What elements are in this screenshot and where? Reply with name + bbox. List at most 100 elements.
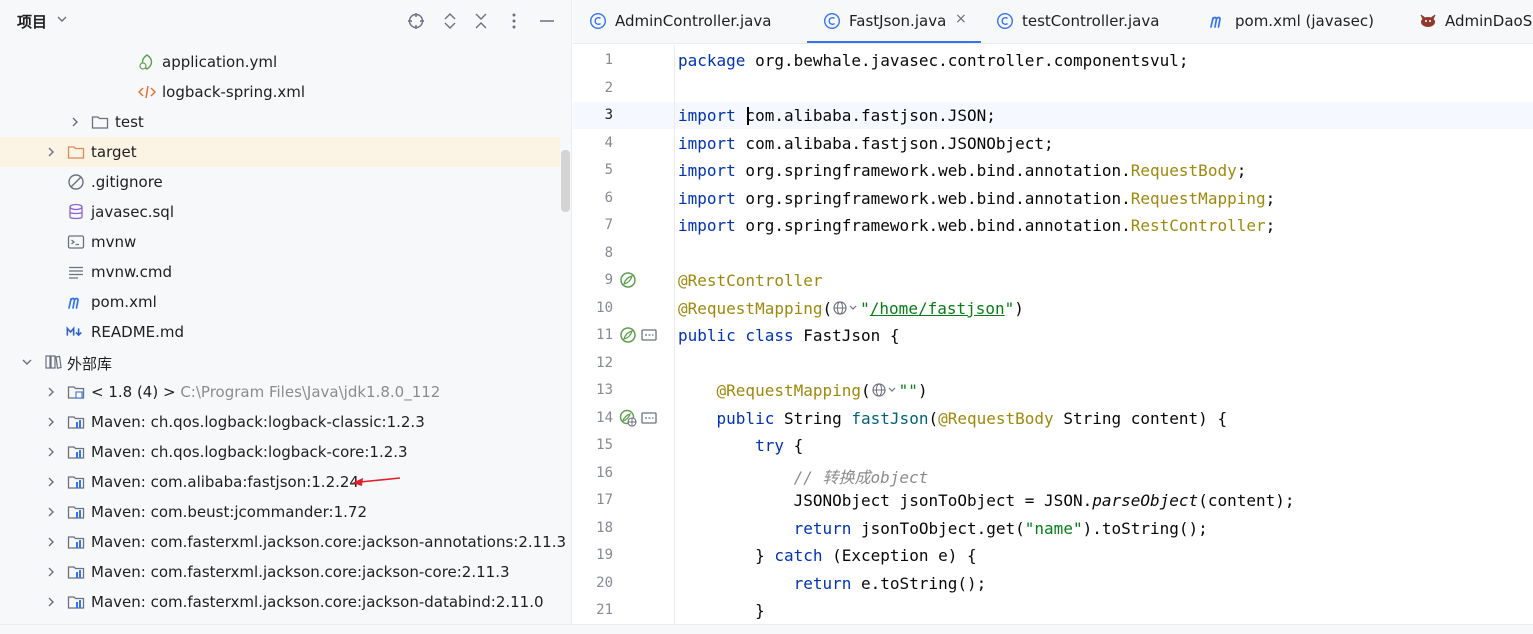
line-number: 20 xyxy=(596,575,613,591)
code-token: String content) { xyxy=(1053,409,1228,428)
code-line[interactable]: package org.bewhale.javasec.controller.c… xyxy=(678,51,1189,70)
line-number: 18 xyxy=(596,520,613,536)
tree-item-target[interactable]: target xyxy=(0,137,560,167)
code-line[interactable]: } xyxy=(678,601,765,620)
tree-item-mvnw[interactable]: mvnw xyxy=(0,227,560,257)
more-vert-icon[interactable] xyxy=(504,11,524,31)
tree-item-readme-md[interactable]: README.md xyxy=(0,317,560,347)
tab-label: FastJson.java xyxy=(849,12,947,30)
code-line[interactable]: @RequestMapping("") xyxy=(678,381,928,400)
chevron-right-icon[interactable] xyxy=(68,115,82,129)
line-number: 10 xyxy=(596,300,613,316)
chevron-right-icon[interactable] xyxy=(44,535,58,549)
code-token: RestController xyxy=(1130,216,1266,235)
spring-bean-gutter-icon[interactable] xyxy=(619,271,637,289)
code-line[interactable]: import com.alibaba.fastjson.JSON; xyxy=(678,106,996,125)
maven-icon xyxy=(68,297,79,309)
tree-item-logback-spring-xml[interactable]: logback-spring.xml xyxy=(0,77,560,107)
code-token: "" xyxy=(898,381,918,400)
tree-item-label: 外部库 xyxy=(67,355,113,373)
code-line[interactable]: } catch (Exception e) { xyxy=(678,546,977,565)
tree-item-label: Maven: com.fasterxml.jackson.core:jackso… xyxy=(91,563,510,581)
tree-item-pom-xml[interactable]: pom.xml xyxy=(0,287,560,317)
code-line[interactable]: @RequestMapping("/home/fastjson") xyxy=(678,299,1024,318)
chevron-down-icon[interactable] xyxy=(20,355,34,369)
code-editor[interactable]: 1 2 3 4 5 6 7 8 9 10 11 12 13 14 15 16 1… xyxy=(573,45,1533,624)
code-token: @RequestMapping xyxy=(678,299,823,318)
code-line[interactable]: import org.springframework.web.bind.anno… xyxy=(678,189,1275,208)
tab-label: AdminDaoS xyxy=(1445,12,1533,30)
collapse-icon[interactable] xyxy=(471,11,491,31)
tree-item-maven-lib-fastjson[interactable]: Maven: com.alibaba:fastjson:1.2.24 xyxy=(0,467,560,497)
chevron-down-icon[interactable] xyxy=(56,13,68,25)
code-token: ) xyxy=(1014,299,1024,318)
code-token: ; xyxy=(1265,216,1276,235)
code-line[interactable]: import org.springframework.web.bind.anno… xyxy=(678,216,1275,235)
code-line[interactable]: public String fastJson(@RequestBody Stri… xyxy=(678,409,1228,428)
tree-item-maven-lib[interactable]: Maven: com.beust:jcommander:1.72 xyxy=(0,497,560,527)
code-line[interactable]: import org.springframework.web.bind.anno… xyxy=(678,161,1246,180)
project-panel-title[interactable]: 项目 xyxy=(17,11,47,32)
tab-admincontroller-java[interactable]: AdminController.java xyxy=(589,0,804,43)
tree-item-label: javasec.sql xyxy=(91,203,174,221)
code-line[interactable]: return e.toString(); xyxy=(678,574,987,593)
tree-item-test[interactable]: test xyxy=(0,107,560,137)
globe-dropdown-icon[interactable] xyxy=(832,300,860,316)
code-token: @RestController xyxy=(678,271,823,290)
code-token: } xyxy=(755,601,765,620)
crosshair-icon[interactable] xyxy=(406,11,426,31)
tree-item-javasec-sql[interactable]: javasec.sql xyxy=(0,197,560,227)
tree-item-maven-lib[interactable]: Maven: com.fasterxml.jackson.core:jackso… xyxy=(0,527,566,557)
tab-testcontroller-java[interactable]: testController.java xyxy=(996,0,1196,43)
chevron-right-icon[interactable] xyxy=(44,595,58,609)
tree-item-jdk[interactable]: < 1.8 (4) > C:\Program Files\Java\jdk1.8… xyxy=(0,377,560,407)
minimize-icon[interactable] xyxy=(537,11,557,31)
maven-lib-icon xyxy=(67,566,85,579)
code-line[interactable]: return jsonToObject.get("name").toString… xyxy=(678,519,1208,538)
spring-bean-gutter-icon[interactable] xyxy=(619,326,637,344)
chevron-right-icon[interactable] xyxy=(44,385,58,399)
chevron-right-icon[interactable] xyxy=(44,565,58,579)
tree-item-external-libraries[interactable]: 外部库 xyxy=(0,347,560,377)
tree-item-maven-lib[interactable]: Maven: com.fasterxml.jackson.core:jackso… xyxy=(0,587,560,617)
tree-item-application-yml[interactable]: application.yml xyxy=(0,47,560,77)
expand-icon[interactable] xyxy=(440,11,460,31)
chevron-right-icon[interactable] xyxy=(44,145,58,159)
maven-lib-icon xyxy=(67,596,85,609)
tree-item-gitignore[interactable]: .gitignore xyxy=(0,167,560,197)
globe-dropdown-icon[interactable] xyxy=(871,382,899,398)
endpoint-gutter-icon[interactable] xyxy=(640,409,658,427)
spring-web-gutter-icon[interactable] xyxy=(619,409,637,427)
code-line[interactable]: import com.alibaba.fastjson.JSONObject; xyxy=(678,134,1054,153)
code-line[interactable]: // 转换成object xyxy=(678,464,929,488)
chevron-right-icon[interactable] xyxy=(44,475,58,489)
endpoint-gutter-icon[interactable] xyxy=(640,326,658,344)
tree-scrollbar[interactable] xyxy=(561,150,570,212)
maven-lib-icon xyxy=(67,476,85,489)
code-line[interactable]: try { xyxy=(678,436,803,455)
line-number: 12 xyxy=(596,355,613,371)
code-token: fastJson xyxy=(851,409,929,428)
tree-item-maven-lib[interactable]: Maven: com.fasterxml.jackson.core:jackso… xyxy=(0,557,560,587)
tree-item-maven-lib[interactable]: Maven: ch.qos.logback:logback-classic:1.… xyxy=(0,407,560,437)
tree-item-maven-lib[interactable]: Maven: ch.qos.logback:logback-core:1.2.3 xyxy=(0,437,560,467)
code-token: String xyxy=(774,409,852,428)
tree-item-mvnw-cmd[interactable]: mvnw.cmd xyxy=(0,257,560,287)
tab-fastjson-java[interactable]: FastJson.java × xyxy=(807,0,981,43)
chevron-right-icon[interactable] xyxy=(44,445,58,459)
tab-pom-xml[interactable]: pom.xml (javasec) xyxy=(1209,0,1409,43)
code-line[interactable]: public class FastJson { xyxy=(678,326,900,345)
chevron-right-icon[interactable] xyxy=(44,505,58,519)
code-line[interactable]: @RestController xyxy=(678,271,823,290)
close-icon[interactable]: × xyxy=(955,11,967,27)
url-link[interactable]: /home/fastjson xyxy=(870,299,1005,318)
tree-item-label: .gitignore xyxy=(91,173,163,191)
line-number: 2 xyxy=(604,80,613,96)
chevron-right-icon[interactable] xyxy=(44,415,58,429)
tab-admindao[interactable]: AdminDaoS xyxy=(1419,0,1533,43)
code-line[interactable]: JSONObject jsonToObject = JSON.parseObje… xyxy=(678,491,1295,510)
